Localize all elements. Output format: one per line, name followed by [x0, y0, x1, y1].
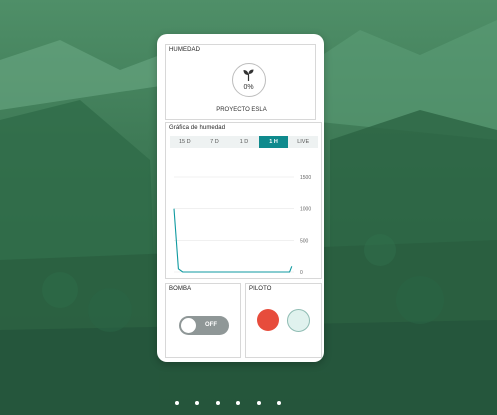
bomba-toggle[interactable]: OFF [179, 316, 229, 335]
grafica-widget: Gráfica de humedad 15 D 7 D 1 D 1 H LIVE… [165, 122, 322, 279]
humedad-title: HUMEDAD [169, 47, 201, 53]
time-range-tabs: 15 D 7 D 1 D 1 H LIVE [170, 136, 318, 148]
humedad-value: 0% [243, 84, 254, 91]
tab-live[interactable]: LIVE [288, 136, 318, 148]
piloto-led-red [257, 309, 279, 331]
bomba-title: BOMBA [169, 286, 192, 292]
y-tick-label: 1000 [300, 207, 311, 213]
humedad-label: PROYECTO ESLA [216, 107, 267, 113]
bomba-widget: BOMBA OFF [165, 283, 241, 358]
page-dot[interactable] [175, 401, 179, 405]
page-dot[interactable] [236, 401, 240, 405]
page-dot[interactable] [257, 401, 261, 405]
y-tick-label: 1500 [300, 175, 311, 181]
piloto-led-off [287, 309, 310, 332]
pagination-dots [171, 399, 291, 407]
tab-7d[interactable]: 7 D [200, 136, 230, 148]
tab-1d[interactable]: 1 D [229, 136, 259, 148]
tab-15d[interactable]: 15 D [170, 136, 200, 148]
piloto-title: PILOTO [249, 286, 272, 292]
phone-frame: HUMEDAD 0% PROYECTO ESLA Gráfica de hume… [157, 34, 324, 362]
humedad-gauge: 0% [232, 63, 266, 97]
page-dot[interactable] [216, 401, 220, 405]
toggle-knob [181, 318, 196, 333]
y-tick-label: 0 [300, 270, 303, 276]
humedad-widget: HUMEDAD 0% PROYECTO ESLA [165, 44, 316, 120]
piloto-widget: PILOTO [245, 283, 322, 358]
page-dot[interactable] [195, 401, 199, 405]
y-tick-label: 500 [300, 238, 309, 244]
sprout-icon [243, 69, 254, 81]
humedad-chart: 15001000500013:1513:3013:4514:00 [173, 175, 311, 276]
toggle-label: OFF [205, 322, 217, 328]
tab-1h[interactable]: 1 H [258, 136, 289, 148]
page-dot[interactable] [277, 401, 281, 405]
grafica-title: Gráfica de humedad [169, 125, 226, 131]
